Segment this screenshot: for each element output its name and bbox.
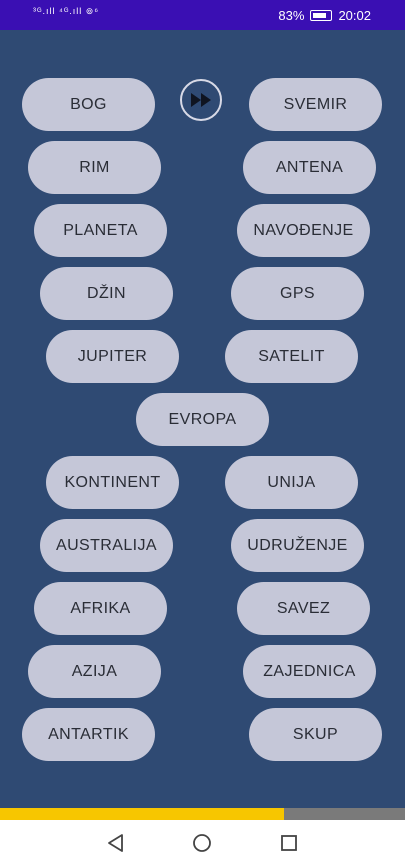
progress-fill — [0, 808, 284, 820]
battery-percent: 83% — [278, 8, 305, 23]
word-button-right-9[interactable]: ZAJEDNICA — [243, 645, 376, 698]
word-button-right-2[interactable]: ANTENA — [243, 141, 376, 194]
signal-indicators: ³ᴳ.ıll ⁴ᴳ.ıll ⊚⁶ — [33, 6, 100, 16]
battery-icon — [310, 10, 333, 21]
navigation-bar — [0, 820, 405, 867]
word-button-left-5[interactable]: JUPITER — [46, 330, 179, 383]
word-button-left-4[interactable]: DŽIN — [40, 267, 173, 320]
word-button-left-8[interactable]: AFRIKA — [34, 582, 167, 635]
game-area: BOG RIM PLANETA DŽIN JUPITER KONTINENT A… — [0, 30, 405, 820]
progress-bar — [0, 808, 405, 820]
word-button-right-7[interactable]: UDRUŽENJE — [231, 519, 364, 572]
word-button-left-7[interactable]: AUSTRALIJA — [40, 519, 173, 572]
word-button-right-6[interactable]: UNIJA — [225, 456, 358, 509]
back-triangle-icon[interactable] — [106, 833, 126, 853]
word-button-right-8[interactable]: SAVEZ — [237, 582, 370, 635]
home-circle-icon[interactable] — [192, 833, 212, 853]
word-button-left-1[interactable]: BOG — [22, 78, 155, 131]
word-button-center[interactable]: EVROPA — [136, 393, 269, 446]
word-button-left-9[interactable]: AZIJA — [28, 645, 161, 698]
status-bar: ³ᴳ.ıll ⁴ᴳ.ıll ⊚⁶ 83% 20:02 — [0, 0, 405, 30]
word-button-left-3[interactable]: PLANETA — [34, 204, 167, 257]
word-button-right-10[interactable]: SKUP — [249, 708, 382, 761]
fast-forward-icon — [191, 93, 211, 107]
word-button-left-2[interactable]: RIM — [28, 141, 161, 194]
recents-square-icon[interactable] — [279, 833, 299, 853]
clock: 20:02 — [338, 8, 371, 23]
word-button-left-10[interactable]: ANTARTIK — [22, 708, 155, 761]
skip-button[interactable] — [180, 79, 222, 121]
word-button-right-4[interactable]: GPS — [231, 267, 364, 320]
word-button-right-5[interactable]: SATELIT — [225, 330, 358, 383]
word-button-left-6[interactable]: KONTINENT — [46, 456, 179, 509]
status-right-group: 83% 20:02 — [278, 8, 371, 23]
word-button-right-1[interactable]: SVEMIR — [249, 78, 382, 131]
word-button-right-3[interactable]: NAVOĐENJE — [237, 204, 370, 257]
